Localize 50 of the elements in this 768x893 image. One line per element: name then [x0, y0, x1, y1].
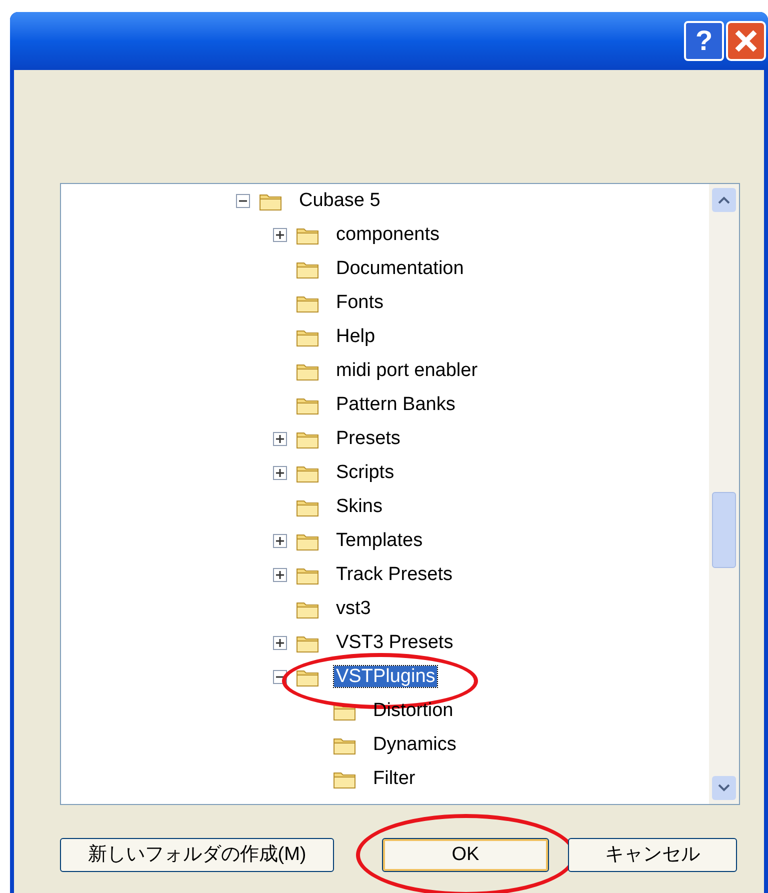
expand-icon[interactable]: [273, 432, 287, 446]
tree-row[interactable]: Pattern Banks: [273, 388, 709, 422]
expand-icon[interactable]: [273, 228, 287, 242]
tree-row[interactable]: Filter: [310, 762, 709, 796]
tree-row[interactable]: Templates: [273, 524, 709, 558]
expand-icon[interactable]: [273, 568, 287, 582]
tree-row[interactable]: Skins: [273, 490, 709, 524]
folder-label[interactable]: Scripts: [334, 462, 396, 483]
folder-label[interactable]: components: [334, 224, 442, 245]
tree-row[interactable]: Fonts: [273, 286, 709, 320]
folder-label[interactable]: VST3 Presets: [334, 632, 456, 653]
folder-label[interactable]: Track Presets: [334, 564, 454, 585]
expand-icon[interactable]: [273, 466, 287, 480]
tree-row[interactable]: Presets: [273, 422, 709, 456]
dialog-button[interactable]: 新しいフォルダの作成(M): [60, 838, 334, 872]
scroll-down-button[interactable]: [712, 776, 736, 800]
dialog-button[interactable]: OK: [382, 838, 549, 872]
folder-label[interactable]: Presets: [334, 428, 402, 449]
scroll-up-button[interactable]: [712, 188, 736, 212]
folder-label[interactable]: Dynamics: [371, 734, 458, 755]
expand-icon[interactable]: [273, 636, 287, 650]
tree-row[interactable]: VST3 Presets: [273, 626, 709, 660]
tree-row[interactable]: Scripts: [273, 456, 709, 490]
tree-row[interactable]: components: [273, 218, 709, 252]
folder-label[interactable]: Cubase 5: [297, 190, 382, 211]
tree-row[interactable]: Dynamics: [310, 728, 709, 762]
folder-label[interactable]: Fonts: [334, 292, 386, 313]
tree-row[interactable]: Documentation: [273, 252, 709, 286]
expand-icon[interactable]: [273, 534, 287, 548]
folder-label[interactable]: Help: [334, 326, 378, 347]
folder-label[interactable]: VSTPlugins: [334, 666, 438, 687]
tree-row[interactable]: Cubase 5: [236, 184, 709, 218]
chevron-down-icon: [718, 784, 730, 792]
tree-row[interactable]: midi port enabler: [273, 354, 709, 388]
tree-row[interactable]: vst3: [273, 592, 709, 626]
folder-label[interactable]: Documentation: [334, 258, 466, 279]
scroll-thumb[interactable]: [712, 492, 736, 568]
folder-label[interactable]: midi port enabler: [334, 360, 480, 381]
folder-label[interactable]: Pattern Banks: [334, 394, 458, 415]
folder-label[interactable]: Filter: [371, 768, 418, 789]
folder-label[interactable]: Skins: [334, 496, 384, 517]
help-button[interactable]: ?: [684, 21, 724, 61]
collapse-icon[interactable]: [236, 194, 250, 208]
dialog-button[interactable]: キャンセル: [568, 838, 737, 872]
tree-row[interactable]: Help: [273, 320, 709, 354]
folder-label[interactable]: vst3: [334, 598, 373, 619]
chevron-up-icon: [718, 196, 730, 204]
folder-label[interactable]: Templates: [334, 530, 425, 551]
tree-row[interactable]: Track Presets: [273, 558, 709, 592]
close-icon[interactable]: [726, 21, 766, 61]
